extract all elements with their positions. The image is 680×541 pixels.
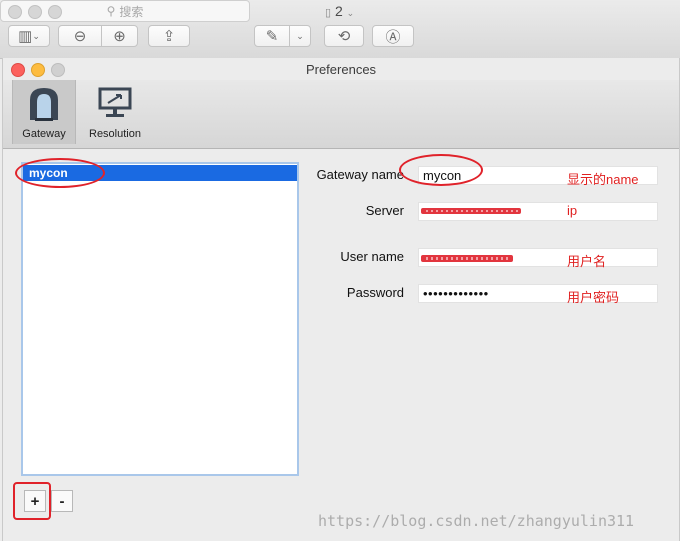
sidebar-toggle-button[interactable]: ▥ ⌄	[8, 25, 50, 47]
sidebar-icon: ▥	[18, 28, 33, 45]
share-button[interactable]: ⇪	[148, 25, 190, 47]
preferences-title-bar: Preferences	[3, 58, 679, 80]
gateway-list[interactable]: mycon	[21, 162, 299, 476]
server-label: Server	[365, 203, 404, 218]
annotation-ellipse-list-item	[15, 158, 105, 188]
rotate-button[interactable]: ⟲	[324, 25, 364, 47]
chevron-down-icon: ⌄	[346, 8, 355, 18]
remove-gateway-button[interactable]: -	[51, 490, 73, 512]
chevron-down-icon: ⌄	[32, 30, 40, 41]
zoom-out-button[interactable]: ⊖	[58, 25, 102, 47]
window-title: Preferences	[305, 62, 377, 77]
preferences-toolbar: Gateway Resolution	[3, 80, 679, 149]
zoom-in-icon: ⊕	[113, 28, 126, 45]
zoom-out-icon: ⊖	[73, 28, 87, 45]
watermark: https://blog.csdn.net/zhangyulin311	[318, 512, 635, 530]
user-name-note: 用户名	[567, 254, 607, 269]
zoom-in-button[interactable]: ⊕	[101, 25, 138, 47]
tab-resolution[interactable]: Resolution	[84, 80, 146, 144]
gateway-name-note: 显示的name	[567, 172, 639, 187]
outer-window-toolbar: ▯ 2 ⌄ ▥ ⌄ ⊖ ⊕ ⇪ ✎ ⌄ ⟲ Ⓐ ⚲ 搜索	[0, 0, 680, 59]
gateway-icon	[30, 88, 58, 121]
markup-menu-button[interactable]: ⌄	[289, 25, 311, 47]
password-label: Password	[346, 285, 404, 300]
redaction-scribble-server	[421, 208, 521, 214]
redaction-scribble-user-name	[421, 255, 513, 262]
outer-minimize-button[interactable]	[28, 5, 42, 19]
tab-resolution-label: Resolution	[89, 128, 141, 140]
markup-toolbar-button[interactable]: Ⓐ	[372, 25, 414, 47]
gateway-name-label: Gateway name	[316, 167, 404, 182]
preferences-window: Preferences Gateway Resolution mycon + -	[2, 58, 680, 541]
markup-icon: Ⓐ	[385, 28, 401, 46]
monitor-icon	[98, 87, 132, 117]
outer-close-button[interactable]	[8, 5, 22, 19]
password-field[interactable]: •••••••••••••	[418, 284, 658, 303]
rotate-icon: ⟲	[337, 28, 351, 45]
tab-gateway-label: Gateway	[22, 128, 66, 140]
markup-pen-button[interactable]: ✎	[254, 25, 290, 47]
pen-icon: ✎	[265, 28, 279, 45]
annotation-ellipse-gateway-name	[399, 154, 483, 186]
user-name-label: User name	[340, 249, 404, 264]
tab-gateway[interactable]: Gateway	[12, 80, 76, 144]
search-icon: ⚲	[106, 4, 116, 18]
server-note: ip	[567, 203, 578, 218]
chevron-down-icon: ⌄	[296, 30, 304, 41]
document-icon: ▯	[325, 7, 332, 19]
share-icon: ⇪	[162, 28, 176, 45]
document-title: ▯ 2 ⌄	[325, 3, 355, 19]
annotation-box-add-button	[13, 482, 51, 520]
outer-zoom-button[interactable]	[48, 5, 62, 19]
password-note: 用户密码	[567, 290, 620, 305]
